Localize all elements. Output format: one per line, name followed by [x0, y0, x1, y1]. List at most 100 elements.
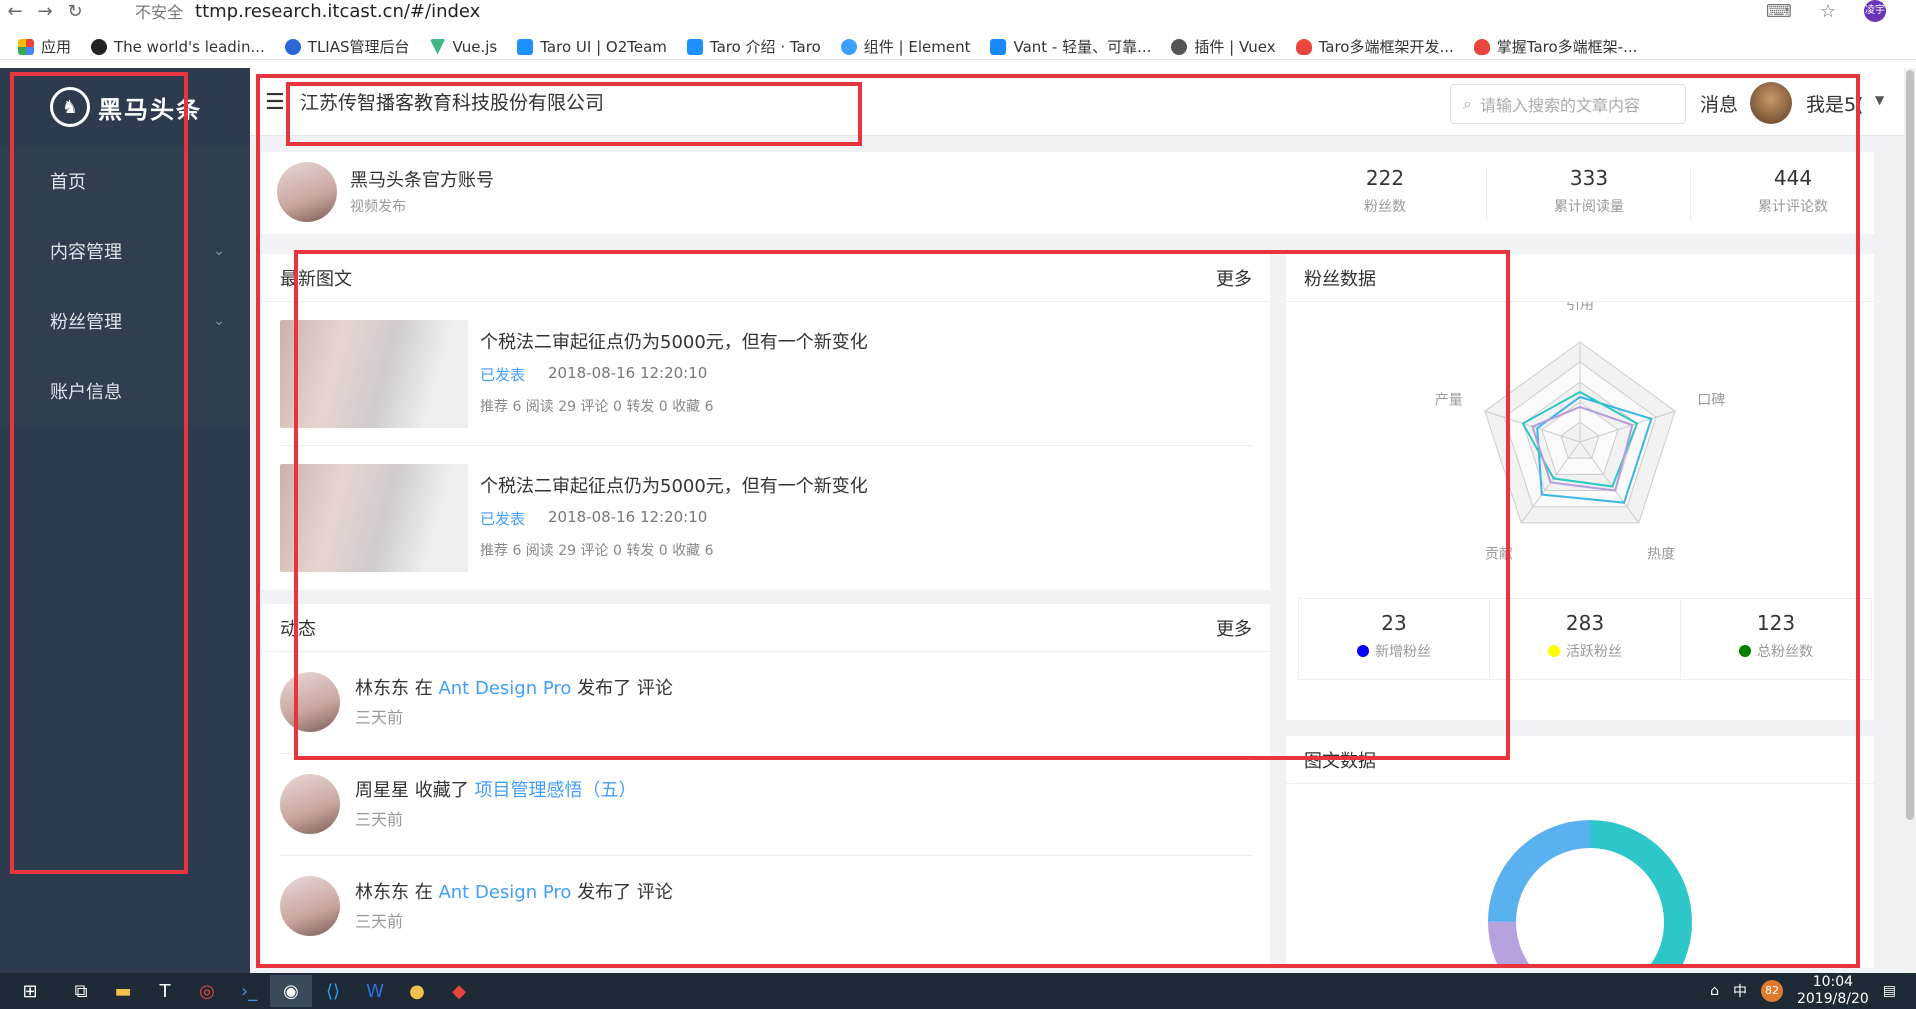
system-tray: ⌂ 中 82 10:04 2019/8/20 ▤ [1710, 973, 1896, 1009]
article-thumbnail[interactable] [280, 320, 468, 428]
chrome-icon[interactable]: ◉ [270, 975, 312, 1007]
tlias-icon [284, 38, 301, 55]
fan-stat-active: 283 活跃粉丝 [1490, 611, 1680, 661]
qq-icon[interactable]: ● [396, 975, 438, 1007]
task-view-icon[interactable]: ⧉ [60, 975, 102, 1007]
logo: ♞ 黑马头条 [0, 68, 250, 146]
reload-icon[interactable]: ↻ [60, 1, 90, 22]
bookmark-vant[interactable]: Vant - 轻量、可靠... [990, 36, 1151, 57]
vscode-icon[interactable]: ⟨⟩ [312, 975, 354, 1007]
stat-comments: 444 累计评论数 [1692, 166, 1894, 216]
sidebar-item-label: 内容管理 [50, 242, 122, 263]
app-icon[interactable]: ◎ [186, 975, 228, 1007]
forward-icon[interactable]: → [30, 1, 60, 22]
powershell-icon[interactable]: ›_ [228, 975, 270, 1007]
file-explorer-icon[interactable]: ▬ [102, 975, 144, 1007]
action-center-icon[interactable]: ▤ [1883, 983, 1896, 999]
url-text[interactable]: ttmp.research.itcast.cn/#/index [195, 1, 480, 22]
legend-dot [1357, 645, 1369, 657]
message-link[interactable]: 消息 [1700, 90, 1738, 117]
search-icon: ⌕ [1463, 94, 1472, 113]
bookmark-element[interactable]: 组件 | Element [840, 36, 970, 57]
list-item[interactable]: 个税法二审起征点仍为5000元，但有一个新变化 已发表 2018-08-16 1… [280, 302, 1252, 446]
bookmark-vue[interactable]: Vue.js [429, 38, 497, 56]
activity-text: 林东东 在 Ant Design Pro 发布了 评论 [355, 674, 673, 700]
bookmark-apps[interactable]: 应用 [18, 36, 71, 57]
activity-link[interactable]: 项目管理感悟（五） [474, 780, 636, 801]
article-thumbnail[interactable] [280, 464, 468, 572]
avatar [280, 876, 340, 936]
search-input[interactable]: ⌕ 请输入搜索的文章内容 [1450, 84, 1686, 124]
bookmark-github[interactable]: The world's leadin... [91, 38, 265, 56]
article-title[interactable]: 个税法二审起征点仍为5000元，但有一个新变化 [480, 472, 868, 498]
sidebar-item-label: 粉丝管理 [50, 312, 122, 333]
ime-indicator[interactable]: 中 [1733, 981, 1747, 1001]
stat-label-text: 活跃粉丝 [1566, 644, 1622, 660]
browser-chrome: ← → ↻ 不安全 ttmp.research.itcast.cn/#/inde… [0, 0, 1916, 68]
taro-icon [686, 38, 703, 55]
bookmark-taro-master[interactable]: 掌握Taro多端框架-... [1473, 36, 1637, 57]
activity-user: 林东东 [355, 882, 409, 903]
bookmark-label: Vant - 轻量、可靠... [1013, 38, 1152, 56]
user-name[interactable]: 我是5( [1806, 90, 1864, 117]
sidebar-item-fans[interactable]: 粉丝管理 ⌄ [0, 286, 250, 356]
fans-data-card: 粉丝数据 引用 口碑 热度 贡献 产量 23 新增粉丝 283 活跃粉丝 123 总粉丝数 [1286, 254, 1874, 720]
menu-toggle-icon[interactable]: ☰ [265, 90, 285, 115]
vue-icon [429, 38, 446, 55]
avatar [280, 774, 340, 834]
network-icon[interactable]: ⌂ [1710, 983, 1719, 999]
radar-label: 引用 [1566, 302, 1594, 313]
article-title[interactable]: 个税法二审起征点仍为5000元，但有一个新变化 [480, 328, 868, 354]
divider [1486, 168, 1487, 220]
account-avatar [277, 162, 337, 222]
stat-label: 新增粉丝 [1299, 641, 1489, 661]
sidebar-item-home[interactable]: 首页 [0, 146, 250, 216]
translate-icon[interactable]: ⌨ [1766, 1, 1792, 22]
notification-badge[interactable]: 82 [1760, 980, 1783, 1002]
clock[interactable]: 10:04 2019/8/20 [1797, 974, 1869, 1008]
caret-down-icon[interactable]: ▼ [1875, 93, 1884, 107]
sidebar-item-account[interactable]: 账户信息 [0, 356, 250, 426]
more-link[interactable]: 更多 [1216, 615, 1252, 641]
list-item: 林东东 在 Ant Design Pro 发布了 评论 三天前 [280, 652, 1252, 754]
more-link[interactable]: 更多 [1216, 265, 1252, 291]
bookmark-taro-intro[interactable]: Taro 介绍 · Taro [686, 36, 821, 57]
chevron-down-icon: ⌄ [213, 243, 225, 259]
windows-start-icon[interactable]: ⊞ [0, 975, 60, 1007]
bookmark-taro-dev[interactable]: Taro多端框架开发... [1295, 36, 1454, 57]
bookmark-taro-ui[interactable]: Taro UI | O2Team [517, 38, 667, 56]
scrollbar-thumb[interactable] [1906, 70, 1914, 820]
stat-number: 23 [1381, 611, 1407, 635]
fan-stat-total: 123 总粉丝数 [1681, 611, 1871, 661]
activity-verb: 收藏了 [409, 780, 475, 801]
star-icon[interactable]: ☆ [1820, 1, 1836, 22]
activity-link[interactable]: Ant Design Pro [438, 678, 571, 699]
stat-label: 累计阅读量 [1554, 199, 1624, 215]
user-avatar[interactable] [1750, 82, 1792, 124]
activity-card: 动态 更多 林东东 在 Ant Design Pro 发布了 评论 三天前 周星星… [262, 604, 1270, 968]
typora-icon[interactable]: T [144, 975, 186, 1007]
wps-icon[interactable]: W [354, 975, 396, 1007]
list-item: 周星星 收藏了 项目管理感悟（五） 三天前 [280, 754, 1252, 856]
stat-number: 222 [1365, 166, 1405, 190]
git-icon[interactable]: ◆ [438, 975, 480, 1007]
section-header: 最新图文 更多 [262, 254, 1270, 302]
donut-chart [1488, 820, 1692, 968]
list-item[interactable]: 个税法二审起征点仍为5000元，但有一个新变化 已发表 2018-08-16 1… [280, 446, 1252, 590]
back-icon[interactable]: ← [0, 1, 30, 22]
stat-number: 444 [1773, 166, 1813, 190]
bookmark-vuex[interactable]: 插件 | Vuex [1171, 36, 1276, 57]
apps-grid-icon [18, 38, 34, 55]
bookmark-tlias[interactable]: TLIAS管理后台 [284, 36, 410, 57]
article-data-card: 图文数据 [1286, 736, 1874, 968]
company-name: 江苏传智播客教育科技股份有限公司 [300, 92, 605, 114]
stat-reads: 333 累计阅读量 [1488, 166, 1690, 216]
github-icon [91, 38, 108, 55]
stat-label-text: 总粉丝数 [1757, 644, 1813, 660]
horse-logo-icon: ♞ [50, 87, 90, 127]
url-box[interactable]: 不安全 ttmp.research.itcast.cn/#/index [135, 0, 480, 23]
activity-link[interactable]: Ant Design Pro [438, 882, 571, 903]
profile-avatar[interactable]: 凌宇 [1864, 0, 1886, 22]
sidebar-item-label: 首页 [50, 172, 86, 193]
sidebar-item-content[interactable]: 内容管理 ⌄ [0, 216, 250, 286]
